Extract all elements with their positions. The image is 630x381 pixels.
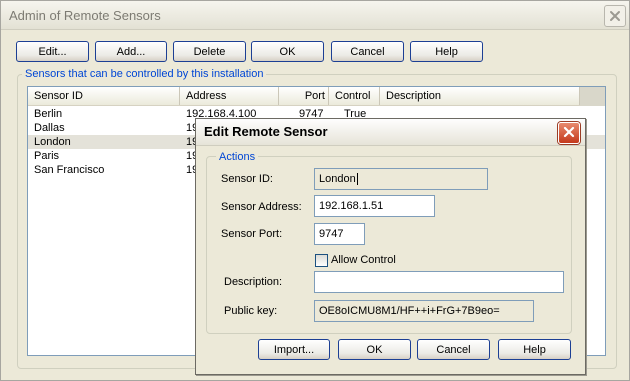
help-button[interactable]: Help (410, 41, 483, 62)
dialog-ok-button[interactable]: OK (338, 339, 411, 360)
sensor-address-value: 192.168.1.51 (319, 200, 384, 212)
dialog-close-button[interactable] (558, 122, 580, 144)
public-key-value: OE8oICMU8M1/HF++i+FrG+7B9eo= (319, 305, 500, 317)
cell-sensor-id: London (34, 136, 71, 148)
cancel-button[interactable]: Cancel (331, 41, 404, 62)
sensor-address-field[interactable]: 192.168.1.51 (314, 195, 435, 217)
column-description[interactable]: Description (380, 87, 580, 105)
actions-group-label: Actions (216, 151, 259, 163)
list-header-filler (580, 87, 605, 106)
sensor-port-value: 9747 (319, 228, 344, 240)
public-key-label: Public key: (224, 305, 278, 317)
import-button[interactable]: Import... (258, 339, 330, 360)
column-sensor-id[interactable]: Sensor ID (28, 87, 180, 105)
delete-button[interactable]: Delete (173, 41, 246, 62)
description-field[interactable] (314, 271, 564, 293)
public-key-field[interactable]: OE8oICMU8M1/HF++i+FrG+7B9eo= (314, 300, 534, 322)
ok-button[interactable]: OK (251, 41, 324, 62)
description-label: Description: (224, 276, 283, 288)
sensor-id-label: Sensor ID: (221, 173, 273, 185)
close-icon (609, 10, 621, 22)
allow-control-checkbox[interactable] (315, 254, 328, 267)
cell-sensor-id: San Francisco (34, 164, 105, 176)
sensor-id-field[interactable]: London (314, 168, 488, 190)
close-icon (563, 126, 575, 141)
main-title-bar: Admin of Remote Sensors (1, 1, 629, 30)
text-caret (356, 173, 358, 185)
column-control[interactable]: Control (329, 87, 380, 105)
list-header: Sensor ID Address Port Control Descripti… (28, 87, 580, 106)
dialog-title-bar: Edit Remote Sensor (196, 119, 585, 146)
sensor-address-label: Sensor Address: (221, 201, 302, 213)
cell-sensor-id: Berlin (34, 108, 63, 120)
sensor-id-value: London (319, 173, 356, 185)
main-window-title: Admin of Remote Sensors (9, 8, 161, 23)
column-port[interactable]: Port (279, 87, 329, 105)
dialog-cancel-button[interactable]: Cancel (417, 339, 490, 360)
edit-remote-sensor-dialog: Edit Remote Sensor Actions Sensor ID: Lo… (195, 118, 586, 375)
cell-sensor-id: Paris (34, 150, 60, 162)
main-close-button[interactable] (604, 5, 626, 27)
cell-sensor-id: Dallas (34, 122, 65, 134)
edit-button[interactable]: Edit... (16, 41, 89, 62)
add-button[interactable]: Add... (95, 41, 167, 62)
column-address[interactable]: Address (180, 87, 279, 105)
dialog-help-button[interactable]: Help (498, 339, 571, 360)
dialog-title: Edit Remote Sensor (204, 124, 328, 139)
sensors-group-label: Sensors that can be controlled by this i… (22, 68, 267, 80)
allow-control-label[interactable]: Allow Control (331, 254, 396, 266)
sensor-port-field[interactable]: 9747 (314, 223, 365, 245)
sensor-port-label: Sensor Port: (221, 228, 283, 240)
